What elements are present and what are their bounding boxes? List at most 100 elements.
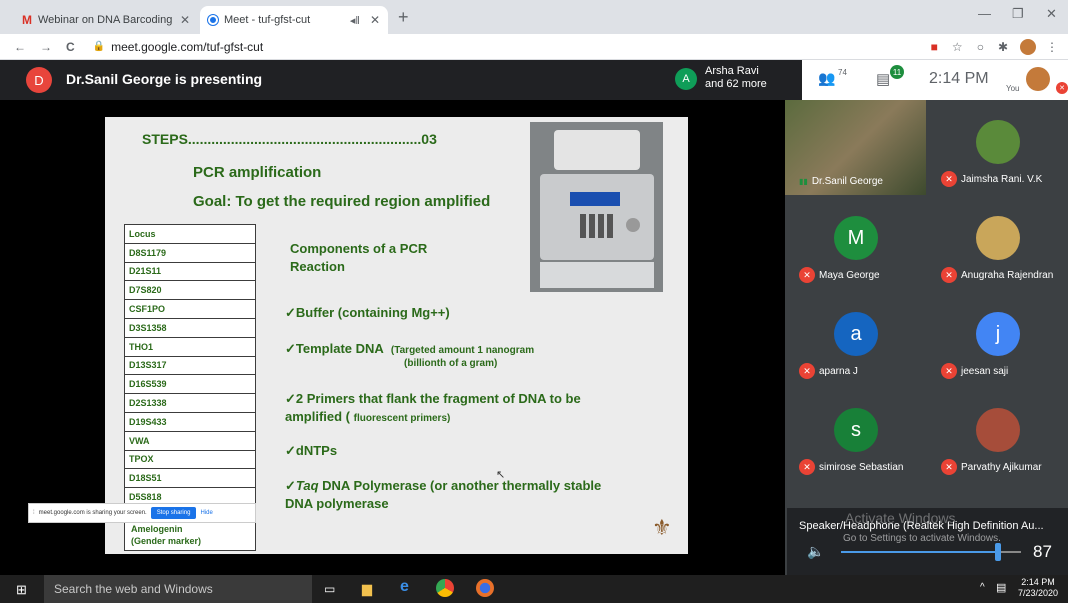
mic-off-icon: ✕ bbox=[941, 171, 957, 187]
participant-name: simirose Sebastian bbox=[819, 461, 904, 473]
participant-tile[interactable]: ✕ Anugraha Rajendran bbox=[927, 196, 1068, 291]
item-primers: ✓2 Primers that flank the fragment of DN… bbox=[285, 390, 581, 428]
participant-tile[interactable]: a ✕ aparna J bbox=[785, 292, 926, 387]
participant-name: jeesan saji bbox=[961, 365, 1009, 377]
item-buffer: ✓Buffer (containing Mg++) bbox=[285, 305, 450, 320]
chat-icon[interactable]: ▤ bbox=[876, 70, 890, 88]
chat-badge: 11 bbox=[890, 65, 904, 79]
components-title-line2: Reaction bbox=[290, 259, 345, 274]
new-tab-icon[interactable]: + bbox=[398, 7, 409, 28]
hide-button[interactable]: Hide bbox=[200, 510, 212, 516]
participant-avatar bbox=[976, 216, 1020, 260]
check-mark: ✓ bbox=[285, 478, 296, 493]
audio-playing-icon[interactable]: ◂ǁ bbox=[350, 14, 360, 27]
close-tab-icon[interactable]: ✕ bbox=[180, 13, 190, 27]
mic-off-icon: ✕ bbox=[799, 363, 815, 379]
tab-gmail[interactable]: M Webinar on DNA Barcoding and ✕ bbox=[14, 6, 198, 34]
locus-cell: CSF1PO bbox=[124, 299, 256, 319]
firefox-icon[interactable] bbox=[476, 579, 494, 597]
participant-tile[interactable]: ✕ Parvathy Ajikumar bbox=[927, 388, 1068, 483]
menu-icon[interactable]: ⋮ bbox=[1046, 40, 1058, 54]
participant-avatar: M bbox=[834, 216, 878, 260]
taskbar-date: 7/23/2020 bbox=[1018, 588, 1059, 598]
taq-label: Taq bbox=[295, 478, 319, 493]
puzzle-icon[interactable]: ✱ bbox=[998, 40, 1008, 54]
profile-avatar[interactable] bbox=[1020, 38, 1036, 55]
address-bar: ← → C 🔒 meet.google.com/tuf-gfst-cut ■ ☆… bbox=[0, 34, 1068, 60]
self-mic-off-icon: ✕ bbox=[1056, 82, 1068, 94]
participant-tile[interactable]: ✕ Jaimsha Rani. V.K bbox=[927, 100, 1068, 195]
mouse-cursor-icon: ↖ bbox=[496, 469, 506, 481]
show-hidden-icons[interactable]: ^ bbox=[980, 582, 985, 593]
people-icon[interactable]: 👥 bbox=[818, 70, 835, 87]
locus-cell: D3S1358 bbox=[124, 317, 256, 338]
components-title-line1: Components of a PCR bbox=[290, 241, 428, 256]
participant-avatar: a bbox=[834, 312, 878, 356]
camera-mic-icon[interactable]: ■ bbox=[931, 40, 938, 54]
volume-slider-fill bbox=[841, 551, 998, 553]
restore-icon[interactable]: ❐ bbox=[1012, 6, 1024, 22]
participant-name: aparna J bbox=[819, 365, 858, 377]
volume-flyout: Speaker/Headphone (Realtek High Definiti… bbox=[787, 508, 1068, 575]
locus-table: Locus D8S1179 D21S11 D7S820 CSF1PO D3S1358 THO… bbox=[124, 224, 256, 507]
chrome-icon[interactable] bbox=[436, 579, 454, 597]
locus-cell: D19S433 bbox=[124, 411, 256, 432]
participant-name-row: ✕ aparna J bbox=[799, 363, 858, 379]
activate-windows-title: Activate Windows bbox=[845, 510, 956, 526]
task-view-icon[interactable]: ▭ bbox=[324, 582, 335, 596]
participant-name-row: ✕ jeesan saji bbox=[941, 363, 1008, 379]
components-title: Components of a PCR Reaction bbox=[290, 240, 427, 276]
tab-meet[interactable]: Meet - tuf-gfst-cut ◂ǁ ✕ bbox=[200, 6, 388, 34]
recent-participants: Arsha Ravi and 62 more bbox=[705, 65, 767, 91]
slide-goal: Goal: To get the required region amplifi… bbox=[193, 193, 491, 210]
file-explorer-icon[interactable]: ▆ bbox=[362, 581, 372, 597]
item-template-dna: ✓Template DNA (Targeted amount 1 nanogra… bbox=[285, 341, 534, 357]
participant-avatar bbox=[976, 408, 1020, 452]
participant-avatar: s bbox=[834, 408, 878, 452]
participant-tile[interactable]: j ✕ jeesan saji bbox=[927, 292, 1068, 387]
taskbar-clock[interactable]: 2:14 PM 7/23/2020 bbox=[1018, 577, 1058, 599]
reload-icon[interactable]: C bbox=[66, 40, 75, 54]
slide-steps: STEPS...................................… bbox=[142, 131, 437, 147]
screen-sharing-bar: ⁞ meet.google.com is sharing your screen… bbox=[28, 503, 256, 523]
volume-slider-track[interactable] bbox=[841, 543, 1021, 561]
participant-name-row: ✕ Anugraha Rajendran bbox=[941, 267, 1053, 283]
locus-cell: THO1 bbox=[124, 336, 256, 357]
participant-name: Dr.Sanil George bbox=[811, 176, 883, 187]
people-count: 74 bbox=[838, 68, 847, 77]
template-dna-label: ✓Template DNA bbox=[285, 341, 384, 356]
minimize-icon[interactable]: — bbox=[978, 6, 991, 21]
close-tab-icon[interactable]: ✕ bbox=[370, 13, 380, 27]
presenter-avatar: D bbox=[26, 67, 52, 93]
speaker-icon[interactable]: 🔈 bbox=[807, 543, 824, 560]
lock-icon: 🔒 bbox=[92, 41, 106, 52]
locus-cell: D13S317 bbox=[124, 355, 256, 376]
participant-tile[interactable]: s ✕ simirose Sebastian bbox=[785, 388, 926, 483]
forward-icon[interactable]: → bbox=[40, 40, 52, 54]
participant-tile[interactable]: ▮▮ Dr.Sanil George bbox=[785, 100, 926, 195]
volume-slider-thumb[interactable] bbox=[994, 543, 1001, 561]
edge-icon[interactable]: e bbox=[400, 578, 409, 596]
extension-icon[interactable]: ○ bbox=[977, 40, 984, 54]
mic-off-icon: ✕ bbox=[799, 267, 815, 283]
participant-tile[interactable]: M ✕ Maya George bbox=[785, 196, 926, 291]
url-field[interactable]: meet.google.com/tuf-gfst-cut bbox=[111, 40, 263, 54]
participant-name-row: ✕ Maya George bbox=[799, 267, 880, 283]
browser-tab-bar: M Webinar on DNA Barcoding and ✕ Meet - … bbox=[0, 0, 1068, 34]
participant-name-row: ✕ simirose Sebastian bbox=[799, 459, 903, 475]
gender-marker-label: (Gender marker) bbox=[131, 536, 202, 546]
amelogenin-label: Amelogenin bbox=[131, 524, 183, 534]
self-avatar[interactable] bbox=[1026, 67, 1050, 91]
stop-sharing-button[interactable]: Stop sharing bbox=[150, 507, 197, 519]
primers-line2: amplified ( bbox=[285, 409, 351, 424]
action-center-icon[interactable]: ▤ bbox=[996, 581, 1006, 594]
grip-icon[interactable]: ⁞ bbox=[33, 510, 35, 516]
locus-cell: D18S51 bbox=[124, 468, 256, 489]
pcr-machine-image bbox=[530, 122, 663, 292]
windows-start-icon[interactable]: ⊞ bbox=[16, 582, 27, 598]
close-window-icon[interactable]: ✕ bbox=[1046, 6, 1057, 22]
taskbar-search[interactable]: Search the web and Windows bbox=[44, 575, 312, 603]
bookmark-star-icon[interactable]: ☆ bbox=[952, 40, 963, 54]
back-icon[interactable]: ← bbox=[14, 40, 26, 54]
locus-row: VWA bbox=[124, 430, 256, 451]
